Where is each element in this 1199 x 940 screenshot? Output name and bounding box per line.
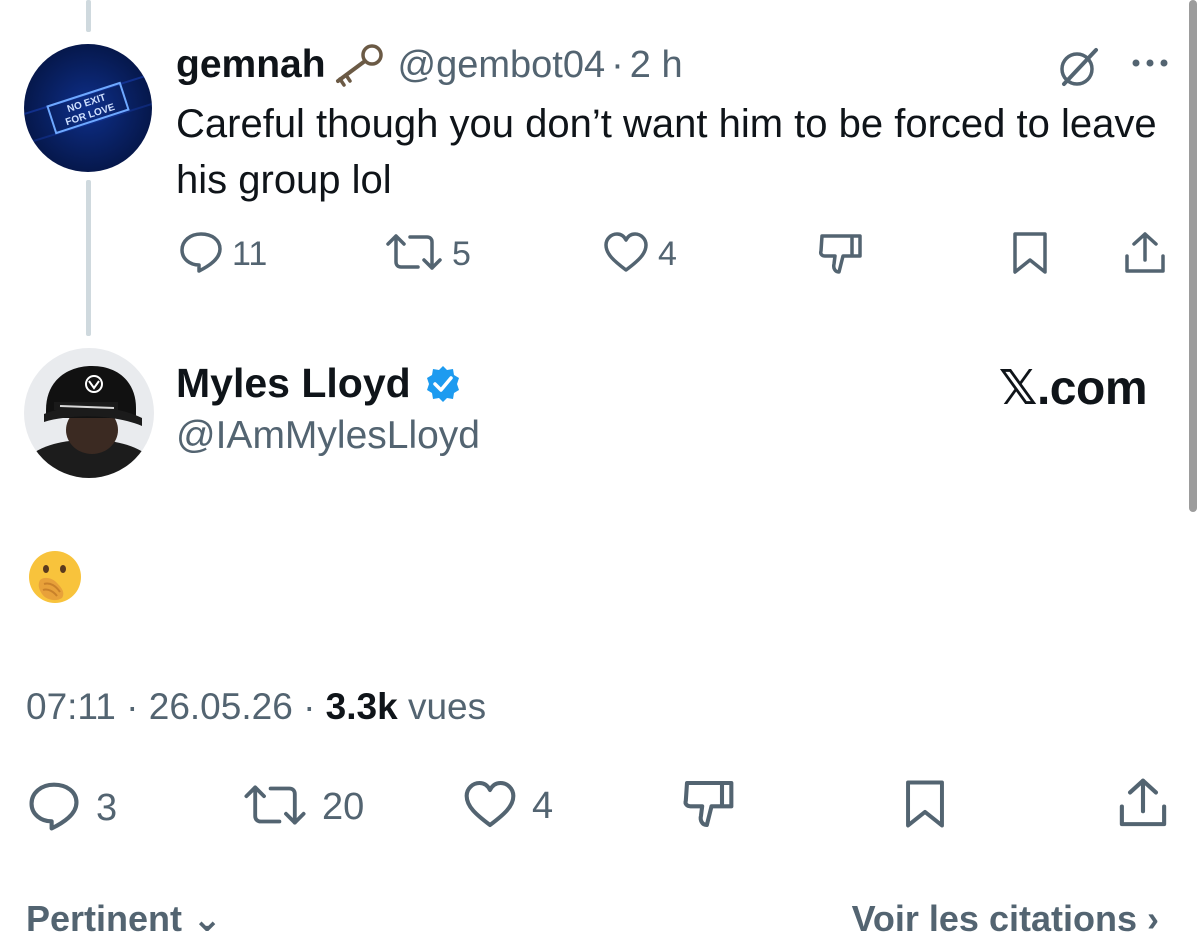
reply-text: Careful though you don’t want him to be … <box>176 102 1157 202</box>
repost-icon <box>242 780 308 835</box>
tweet-meta: 07:11 · 26.05.26 · 3.3k vues <box>26 686 486 728</box>
chevron-right-icon: › <box>1147 898 1159 939</box>
reply-dislike-button[interactable] <box>816 230 864 283</box>
main-dislike-button[interactable] <box>680 776 736 837</box>
share-icon <box>1116 778 1170 834</box>
dislike-icon <box>816 234 864 282</box>
main-repost-button[interactable]: 20 <box>242 780 364 835</box>
reply-like-count: 4 <box>658 235 677 273</box>
share-icon <box>1122 232 1168 280</box>
reply-reply-count: 11 <box>232 235 268 273</box>
verified-badge-icon <box>423 364 463 404</box>
reply-icon <box>26 780 82 837</box>
tweet-date: 26.05.26 <box>148 686 293 727</box>
sort-relevant-button[interactable]: Pertinent ⌄ <box>26 898 222 940</box>
like-icon <box>462 778 518 835</box>
main-name-row: Myles Lloyd <box>176 360 463 407</box>
thread-line-connector <box>86 180 91 336</box>
reply-icon <box>178 230 224 279</box>
bookmark-icon <box>902 780 948 834</box>
more-icon[interactable] <box>1130 56 1170 70</box>
views-count: 3.3k <box>325 686 398 727</box>
main-avatar[interactable] <box>24 348 154 478</box>
old-key-emoji-icon <box>328 43 384 87</box>
bookmark-icon <box>1010 232 1050 280</box>
views-label: vues <box>407 686 487 727</box>
reply-time[interactable]: 2 h <box>630 44 683 87</box>
reply-like-button[interactable]: 4 <box>602 230 677 279</box>
main-display-name[interactable]: Myles Lloyd <box>176 360 411 407</box>
reply-display-name[interactable]: gemnah <box>176 43 326 87</box>
main-handle[interactable]: @IAmMylesLloyd <box>176 414 480 458</box>
reply-header: gemnah @gembot04 · 2 h <box>176 40 683 90</box>
sort-label: Pertinent <box>26 898 183 939</box>
face-with-hand-over-mouth-icon <box>26 548 84 606</box>
dislike-icon <box>680 780 736 836</box>
main-share-button[interactable] <box>1116 776 1170 835</box>
meta-separator-2: · <box>303 686 316 727</box>
scrollbar[interactable] <box>1189 0 1197 512</box>
reply-repost-button[interactable]: 5 <box>384 230 471 279</box>
reply-handle[interactable]: @gembot04 <box>398 44 606 87</box>
like-icon <box>602 230 650 279</box>
reply-repost-count: 5 <box>452 235 471 273</box>
view-quotes-link[interactable]: Voir les citations › <box>852 898 1159 940</box>
reply-separator: · <box>611 43 624 86</box>
main-like-button[interactable]: 4 <box>462 778 553 835</box>
thread-line-top <box>86 0 91 32</box>
grok-icon[interactable] <box>1056 44 1102 90</box>
tweet-time: 07:11 <box>26 686 116 727</box>
reply-reply-button[interactable]: 11 <box>178 230 267 279</box>
main-like-count: 4 <box>532 785 554 827</box>
main-reply-button[interactable]: 3 <box>26 780 117 837</box>
xcom-watermark: 𝕏.com <box>998 362 1148 415</box>
meta-separator-1: · <box>126 686 139 727</box>
repost-icon <box>384 230 444 279</box>
main-reply-count: 3 <box>96 787 118 829</box>
reply-share-button[interactable] <box>1122 230 1168 281</box>
chevron-down-icon: ⌄ <box>192 898 223 939</box>
reply-bookmark-button[interactable] <box>1010 230 1050 281</box>
reply-avatar[interactable]: NO EXIT FOR LOVE <box>24 44 152 172</box>
main-repost-count: 20 <box>322 786 365 828</box>
view-quotes-label: Voir les citations <box>851 898 1137 939</box>
main-bookmark-button[interactable] <box>902 778 948 835</box>
